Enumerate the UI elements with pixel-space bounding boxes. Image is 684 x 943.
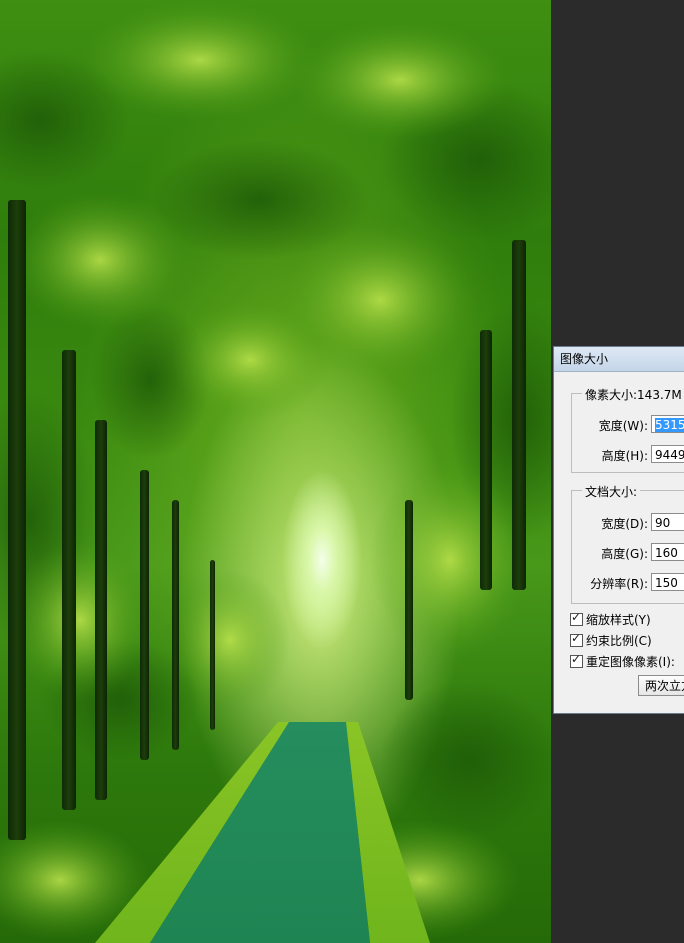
- pixel-height-label: 高度(H):: [601, 449, 648, 463]
- tree-trunk: [8, 200, 26, 840]
- scale-styles-checkbox[interactable]: 缩放样式(Y): [570, 610, 651, 628]
- pixel-dimensions-label: 像素大小:143.7M: [582, 386, 684, 403]
- resolution-value: 150: [655, 576, 678, 590]
- tree-trunk: [480, 330, 492, 590]
- checkbox-checked-icon: [570, 652, 583, 668]
- tree-trunk: [210, 560, 215, 730]
- pixel-height-input[interactable]: 9449: [651, 445, 684, 463]
- tree-trunk: [62, 350, 76, 810]
- doc-height-value: 160: [655, 546, 678, 560]
- resample-method-select[interactable]: 两次立方: [638, 675, 684, 696]
- doc-width-input[interactable]: 90: [651, 513, 684, 531]
- tree-trunk: [95, 420, 107, 800]
- doc-height-label: 高度(G):: [601, 547, 648, 561]
- checkbox-checked-icon: [570, 610, 583, 626]
- constrain-proportions-checkbox[interactable]: 约束比例(C): [570, 631, 652, 649]
- image-canvas[interactable]: [0, 0, 551, 943]
- pixel-height-value: 9449: [655, 448, 684, 462]
- tree-trunk: [172, 500, 179, 750]
- resample-image-label: 重定图像像素(I):: [586, 655, 675, 669]
- doc-width-value: 90: [655, 516, 671, 530]
- image-size-dialog: 图像大小 像素大小:143.7M 宽度(W): 5315 高度(H): 9449…: [553, 346, 684, 714]
- scale-styles-label: 缩放样式(Y): [586, 613, 651, 627]
- tree-trunk: [512, 240, 526, 590]
- resolution-input[interactable]: 150: [651, 573, 684, 591]
- pixel-width-value: 5315: [655, 418, 684, 432]
- document-size-label: 文档大小:: [582, 483, 641, 500]
- resample-image-checkbox[interactable]: 重定图像像素(I):: [570, 652, 675, 670]
- checkbox-checked-icon: [570, 631, 583, 647]
- pixel-width-input[interactable]: 5315: [651, 415, 684, 433]
- tree-trunk: [405, 500, 413, 700]
- tree-trunk: [140, 470, 149, 760]
- doc-height-input[interactable]: 160: [651, 543, 684, 561]
- doc-width-label: 宽度(D):: [601, 517, 648, 531]
- dialog-title[interactable]: 图像大小: [554, 347, 684, 372]
- resolution-label: 分辨率(R):: [590, 577, 648, 591]
- pixel-width-label: 宽度(W):: [598, 419, 648, 433]
- constrain-proportions-label: 约束比例(C): [586, 634, 652, 648]
